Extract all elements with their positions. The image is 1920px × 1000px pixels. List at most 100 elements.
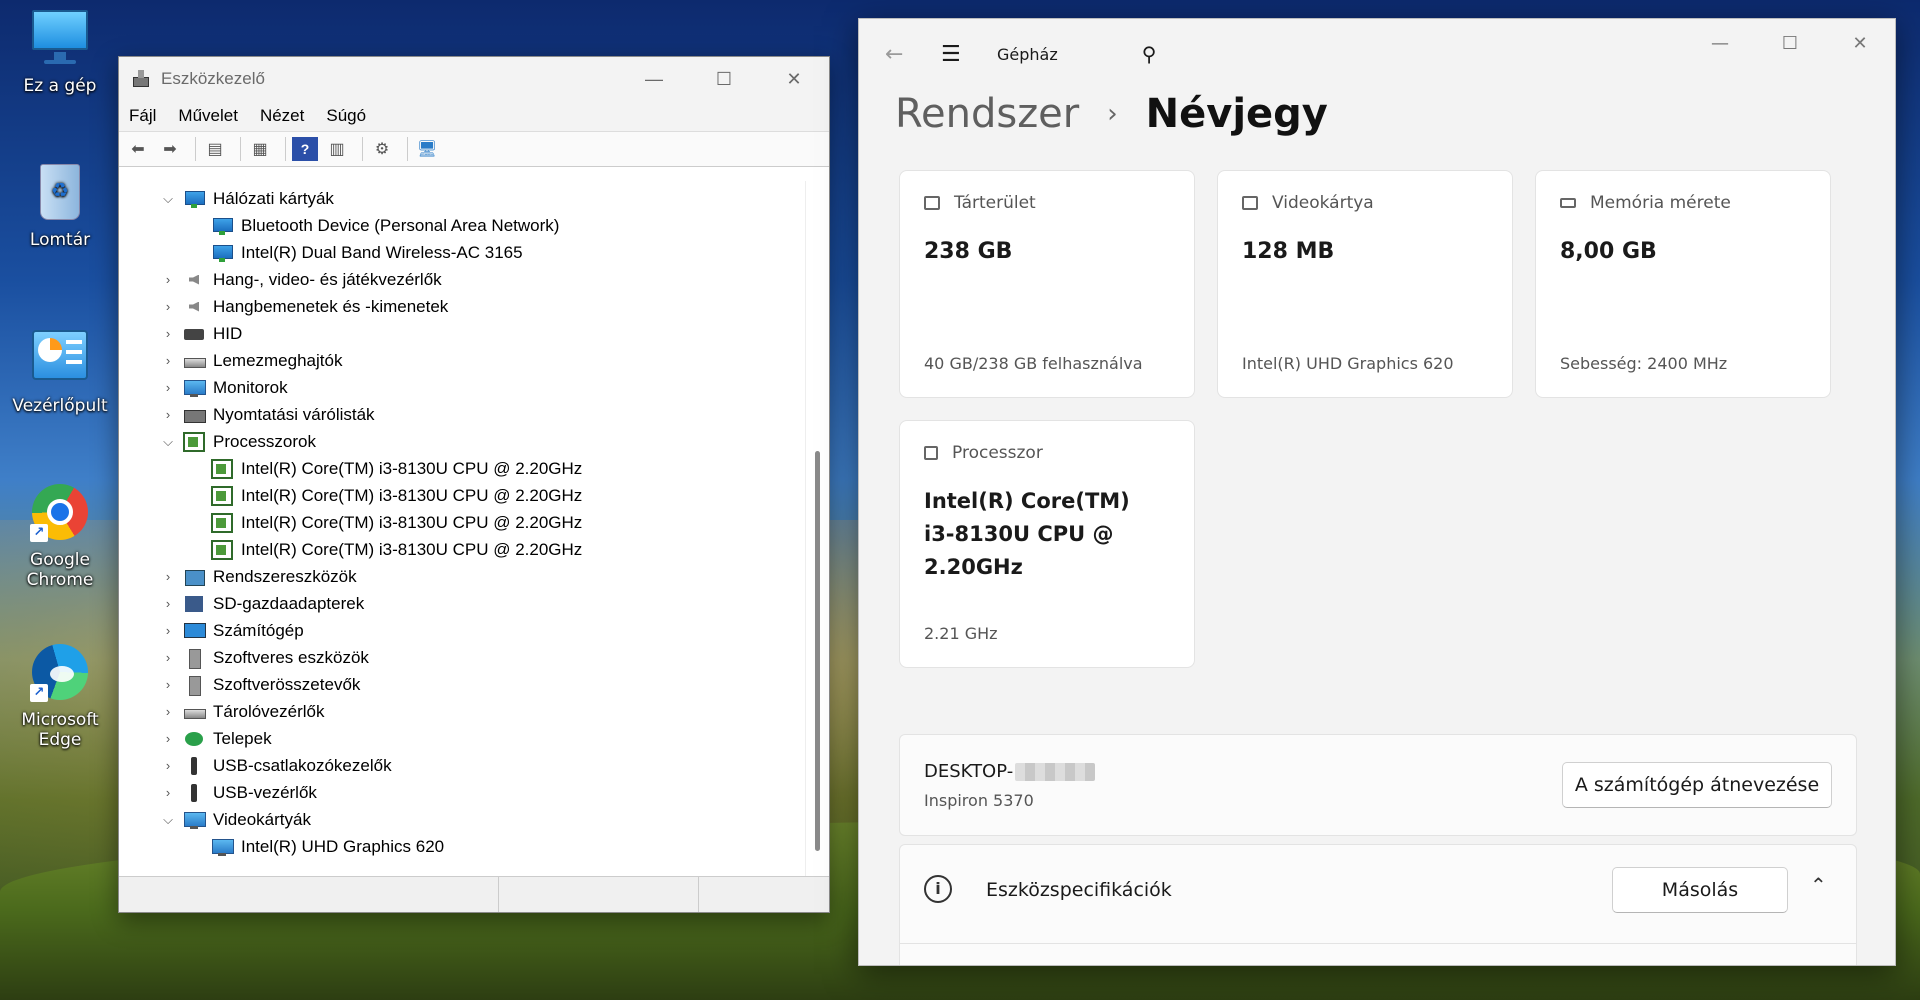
- storage-icon: [924, 196, 940, 210]
- chevron-down-icon[interactable]: ⌵: [159, 191, 177, 207]
- minimize-button[interactable]: —: [619, 57, 689, 101]
- chevron-right-icon[interactable]: ›: [159, 785, 177, 800]
- tree-leaf[interactable]: Intel(R) Core(TM) i3-8130U CPU @ 2.20GHz: [119, 536, 805, 563]
- tree-node[interactable]: › HID: [119, 320, 805, 347]
- tree-node[interactable]: › Tárolóvezérlők: [119, 698, 805, 725]
- software-component-icon: [183, 675, 205, 696]
- chevron-down-icon[interactable]: ⌵: [159, 434, 177, 450]
- show-hide-tree-icon[interactable]: ▤: [202, 137, 228, 161]
- device-manager-titlebar[interactable]: Eszközkezelő — ☐ ✕: [119, 57, 829, 101]
- shortcut-arrow-icon: ↗: [30, 684, 48, 702]
- tree-node[interactable]: › Rendszereszközök: [119, 563, 805, 590]
- tree-node[interactable]: › Nyomtatási várólisták: [119, 401, 805, 428]
- desktop-icon-recycle-bin[interactable]: ♻ Lomtár: [10, 160, 110, 250]
- tree-node[interactable]: › Lemezmeghajtók: [119, 347, 805, 374]
- tree-node[interactable]: › USB-csatlakozókezelők: [119, 752, 805, 779]
- tree-node-label: USB-vezérlők: [213, 782, 317, 802]
- tree-node[interactable]: › Hangbemenetek és -kimenetek: [119, 293, 805, 320]
- desktop-icon-chrome[interactable]: ↗ Google Chrome: [10, 480, 110, 590]
- chevron-right-icon[interactable]: ›: [159, 677, 177, 692]
- chevron-right-icon[interactable]: ›: [159, 596, 177, 611]
- tree-node[interactable]: › SD-gazdaadapterek: [119, 590, 805, 617]
- tree-node-label: Lemezmeghajtók: [213, 350, 343, 370]
- back-arrow-icon[interactable]: ⬅: [125, 137, 151, 161]
- chevron-right-icon[interactable]: ›: [159, 407, 177, 422]
- chevron-right-icon[interactable]: ›: [159, 353, 177, 368]
- chevron-right-icon[interactable]: ›: [159, 704, 177, 719]
- tree-leaf-label: Intel(R) Core(TM) i3-8130U CPU @ 2.20GHz: [241, 512, 583, 532]
- minimize-button[interactable]: —: [1685, 19, 1755, 67]
- chevron-right-icon[interactable]: ›: [159, 326, 177, 341]
- tree-leaf[interactable]: Intel(R) Core(TM) i3-8130U CPU @ 2.20GHz: [119, 455, 805, 482]
- tree-node[interactable]: › Telepek: [119, 725, 805, 752]
- usb-icon: [183, 783, 205, 803]
- tree-node[interactable]: › Szoftveres eszközök: [119, 644, 805, 671]
- chevron-right-icon[interactable]: ›: [159, 569, 177, 584]
- tree-leaf[interactable]: Bluetooth Device (Personal Area Network): [119, 212, 805, 239]
- tree-leaf[interactable]: Intel(R) Dual Band Wireless-AC 3165: [119, 239, 805, 266]
- close-button[interactable]: ✕: [1825, 19, 1895, 67]
- tree-node[interactable]: ⌵ Processzorok: [119, 428, 805, 455]
- tree-node[interactable]: ⌵ Videokártyák: [119, 806, 805, 833]
- chevron-right-icon[interactable]: ›: [159, 623, 177, 638]
- chevron-up-icon[interactable]: ⌃: [1810, 873, 1827, 897]
- chevron-right-icon[interactable]: ›: [159, 272, 177, 287]
- tree-node[interactable]: › Számítógép: [119, 617, 805, 644]
- tree-node[interactable]: › USB-vezérlők: [119, 779, 805, 806]
- scan-hardware-icon[interactable]: 🖥: [414, 137, 440, 161]
- chevron-right-icon[interactable]: ›: [159, 758, 177, 773]
- properties-icon[interactable]: ▦: [247, 137, 273, 161]
- processor-card-value: Intel(R) Core(TM) i3-8130U CPU @ 2.20GHz: [924, 489, 1130, 579]
- hamburger-menu-icon[interactable]: ☰: [941, 42, 971, 67]
- chevron-right-icon[interactable]: ›: [159, 650, 177, 665]
- toolbar-separator: [285, 137, 286, 161]
- close-button[interactable]: ✕: [759, 57, 829, 101]
- menu-action[interactable]: Művelet: [178, 106, 238, 126]
- storage-card-value: 238 GB: [924, 239, 1013, 264]
- scrollbar-thumb[interactable]: [815, 451, 820, 851]
- search-sparkle-icon[interactable]: ⚲: [1142, 42, 1157, 66]
- tree-node[interactable]: › Monitorok: [119, 374, 805, 401]
- back-arrow-icon[interactable]: ←: [885, 42, 915, 67]
- copy-button[interactable]: Másolás: [1612, 867, 1788, 913]
- chevron-right-icon[interactable]: ›: [159, 299, 177, 314]
- tree-leaf[interactable]: Intel(R) UHD Graphics 620: [119, 833, 805, 860]
- tree-node[interactable]: › Hang-, video- és játékvezérlők: [119, 266, 805, 293]
- desktop-icon-control-panel[interactable]: Vezérlőpult: [10, 326, 110, 416]
- chevron-right-icon[interactable]: ›: [159, 380, 177, 395]
- device-tree: ⌵ Hálózati kártyák Bluetooth Device (Per…: [119, 181, 805, 876]
- breadcrumb-parent[interactable]: Rendszer: [895, 91, 1079, 137]
- software-device-icon: [183, 648, 205, 669]
- maximize-button[interactable]: ☐: [689, 57, 759, 101]
- chevron-down-icon[interactable]: ⌵: [159, 812, 177, 828]
- tree-node[interactable]: › Szoftverösszetevők: [119, 671, 805, 698]
- action-pane-icon[interactable]: ▥: [324, 137, 350, 161]
- toolbar-separator: [240, 137, 241, 161]
- menu-help[interactable]: Súgó: [326, 106, 366, 126]
- tree-leaf-label: Intel(R) Core(TM) i3-8130U CPU @ 2.20GHz: [241, 485, 583, 505]
- help-icon[interactable]: ?: [292, 137, 318, 161]
- device-manager-app-icon: [131, 69, 151, 89]
- maximize-button[interactable]: ☐: [1755, 19, 1825, 67]
- desktop-icon-edge[interactable]: ↗ Microsoft Edge: [10, 640, 110, 750]
- desktop-icon-label: Ez a gép: [23, 76, 97, 96]
- network-adapter-icon: [211, 216, 233, 236]
- device-tree-scrollbar[interactable]: [805, 181, 829, 876]
- menu-file[interactable]: Fájl: [129, 106, 156, 126]
- menu-view[interactable]: Nézet: [260, 106, 304, 126]
- monitor-icon: [183, 378, 206, 398]
- desktop-icon-this-pc[interactable]: Ez a gép: [10, 6, 110, 96]
- chevron-right-icon[interactable]: ›: [159, 731, 177, 746]
- update-driver-icon[interactable]: ⚙: [369, 137, 395, 161]
- tree-leaf[interactable]: Intel(R) Core(TM) i3-8130U CPU @ 2.20GHz: [119, 482, 805, 509]
- toolbar-separator: [362, 137, 363, 161]
- computer-icon: [183, 621, 206, 641]
- forward-arrow-icon[interactable]: ➡: [157, 137, 183, 161]
- device-manager-window: Eszközkezelő — ☐ ✕ Fájl Művelet Nézet Sú…: [118, 56, 830, 913]
- storage-card-label: Tárterület: [954, 193, 1036, 213]
- tree-leaf[interactable]: Intel(R) Core(TM) i3-8130U CPU @ 2.20GHz: [119, 509, 805, 536]
- tree-node[interactable]: ⌵ Hálózati kártyák: [119, 185, 805, 212]
- memory-card: Memória mérete 8,00 GB Sebesség: 2400 MH…: [1535, 170, 1831, 398]
- rename-pc-button[interactable]: A számítógép átnevezése: [1562, 762, 1832, 808]
- status-bar: [119, 876, 829, 912]
